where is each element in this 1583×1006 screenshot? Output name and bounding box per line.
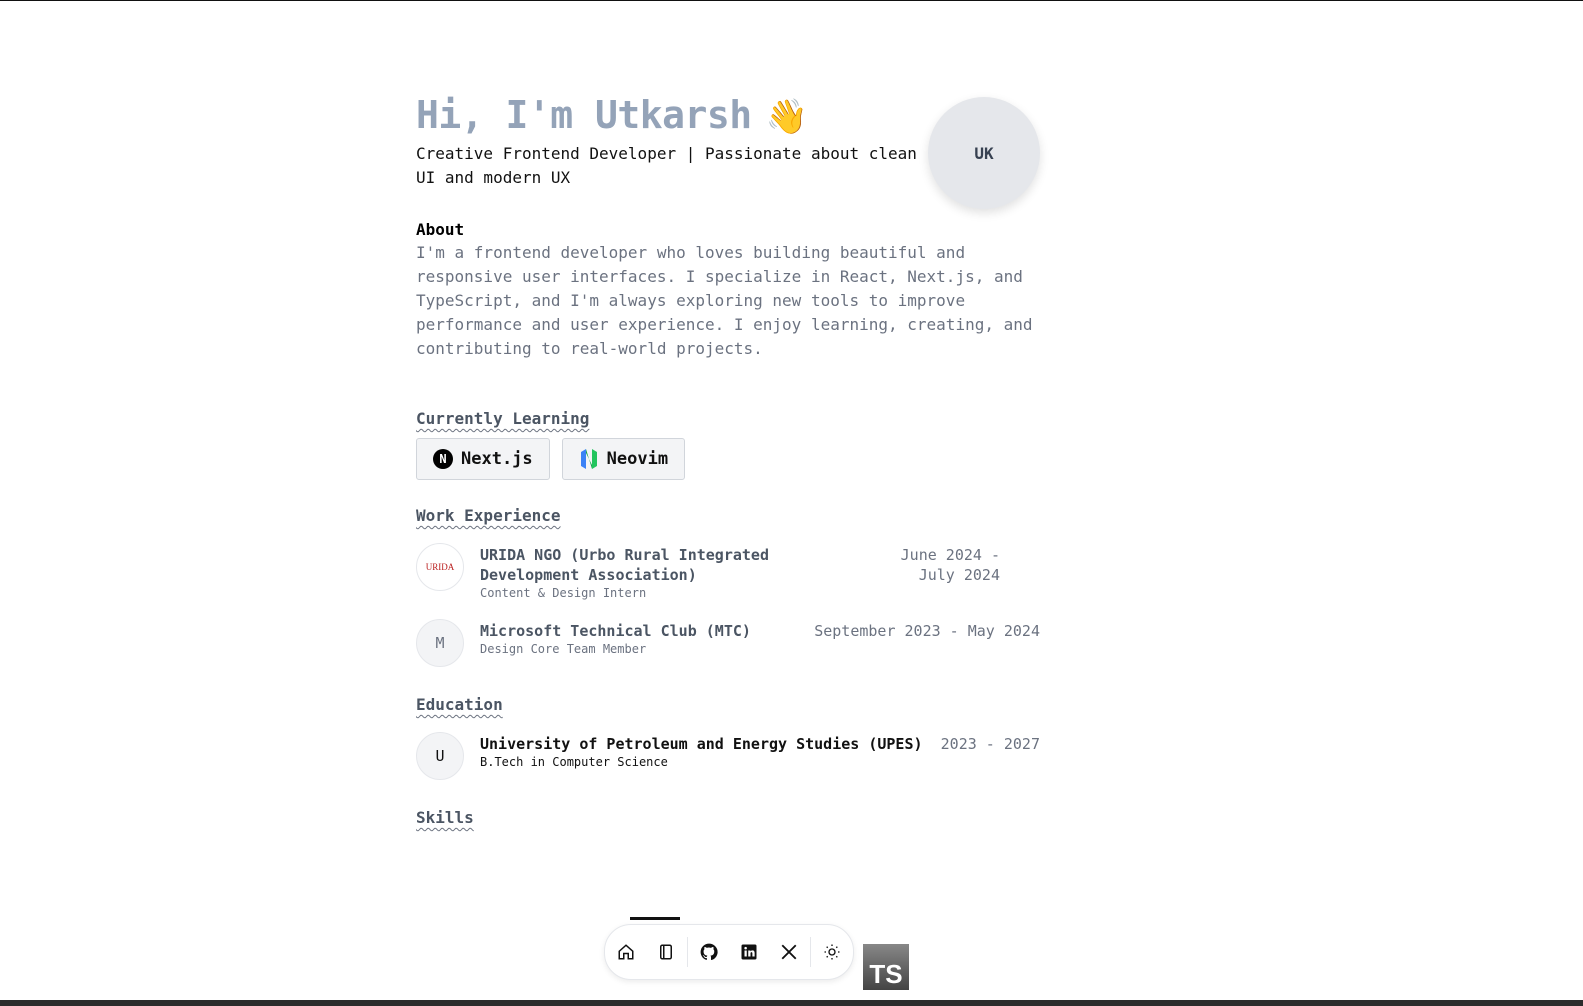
chip-neovim[interactable]: Neovim: [561, 438, 686, 480]
work-entry[interactable]: URIDA URIDA NGO (Urbo Rural Integrated D…: [416, 543, 1040, 601]
chip-label: Next.js: [461, 449, 533, 469]
entry-role: Design Core Team Member: [480, 642, 647, 656]
sun-icon[interactable]: [812, 932, 852, 972]
dock-divider: [687, 937, 688, 967]
entry-role: Content & Design Intern: [480, 586, 647, 600]
entry-date: September 2023 - May 2024: [814, 622, 1040, 640]
learning-chips: N Next.js Neovim: [416, 438, 1040, 480]
work-heading: Work Experience: [416, 506, 561, 525]
hero-section: Hi, I'm Utkarsh 👋 Creative Frontend Devel…: [416, 92, 1040, 209]
entry-date: 2023 - 2027: [940, 735, 1040, 753]
top-border: [0, 0, 1583, 1]
chip-nextjs[interactable]: N Next.js: [416, 438, 550, 480]
about-heading: About: [416, 220, 465, 239]
education-heading: Education: [416, 695, 503, 714]
bottom-border: [0, 1000, 1583, 1006]
education-list: U University of Petroleum and Energy Stu…: [416, 732, 1040, 780]
typescript-icon: TS: [863, 944, 909, 990]
school-logo: U: [416, 732, 464, 780]
company-logo: M: [416, 619, 464, 667]
github-icon[interactable]: [689, 932, 729, 972]
dock-divider: [810, 937, 811, 967]
neovim-icon: [579, 449, 599, 469]
learning-heading: Currently Learning: [416, 409, 590, 428]
main-content: Hi, I'm Utkarsh 👋 Creative Frontend Devel…: [416, 92, 1040, 827]
skills-heading: Skills: [416, 808, 474, 827]
urida-logo: URIDA: [416, 543, 464, 591]
dock-active-indicator: [630, 917, 680, 920]
avatar: UK: [928, 97, 1040, 209]
notebook-icon[interactable]: [646, 932, 686, 972]
entry-title: University of Petroleum and Energy Studi…: [480, 735, 923, 753]
tagline: Creative Frontend Developer | Passionate…: [416, 144, 917, 187]
bottom-dock: [604, 924, 854, 980]
chip-label: Neovim: [606, 449, 669, 469]
x-icon[interactable]: [769, 932, 809, 972]
entry-role: B.Tech in Computer Science: [480, 755, 668, 769]
nextjs-icon: N: [433, 449, 453, 469]
entry-date: June 2024 - July 2024: [900, 546, 1000, 584]
work-entry[interactable]: M Microsoft Technical Club (MTC) Design …: [416, 619, 1040, 667]
work-list: URIDA URIDA NGO (Urbo Rural Integrated D…: [416, 543, 1040, 667]
entry-title: Microsoft Technical Club (MTC): [480, 622, 751, 640]
education-entry[interactable]: U University of Petroleum and Energy Stu…: [416, 732, 1040, 780]
linkedin-icon[interactable]: [729, 932, 769, 972]
entry-title: URIDA NGO (Urbo Rural Integrated Develop…: [480, 546, 769, 584]
home-icon[interactable]: [606, 932, 646, 972]
about-text: I'm a frontend developer who loves build…: [416, 243, 1033, 358]
wave-emoji: 👋: [765, 97, 808, 137]
